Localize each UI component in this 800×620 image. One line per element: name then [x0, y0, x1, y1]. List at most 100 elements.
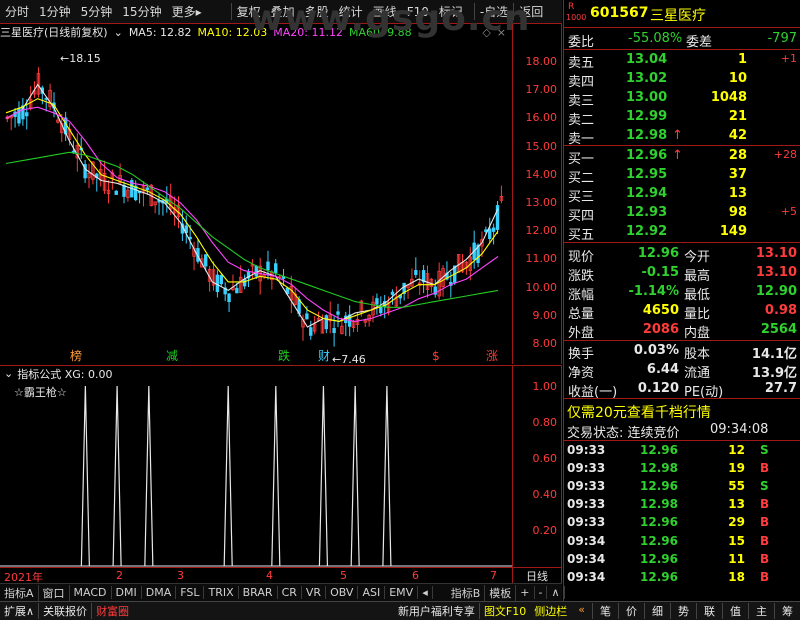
asks-row[interactable]: 卖三 13.00 1048	[564, 89, 800, 109]
chevron-down-icon[interactable]: ⌄	[4, 367, 13, 380]
trade-status: 交易状态: 连续竞价	[567, 426, 680, 441]
bids-row[interactable]: 买二 12.95 37	[564, 166, 800, 186]
side-tab[interactable]: 主	[748, 603, 774, 619]
ma-line-ma60	[5, 151, 499, 308]
event-marker[interactable]: 财	[318, 349, 330, 363]
bids-price: 12.92	[626, 224, 668, 239]
indicator-chart[interactable]	[0, 381, 512, 567]
price-axis: 18.00 17.00 16.00 15.00 14.00 13.00 12.00 11.00…	[512, 24, 562, 364]
indicator-tab[interactable]: 窗口	[39, 584, 70, 601]
indicator-tab[interactable]: FSL	[176, 586, 205, 599]
price-chart[interactable]: ←18.15 ←7.46 榜 减 跌 财 $ 涨	[0, 40, 512, 364]
side-tab[interactable]: 联	[696, 603, 722, 619]
expand-button[interactable]: 扩展∧	[0, 603, 38, 619]
tick-side: S	[760, 479, 769, 494]
event-marker[interactable]: 减	[166, 349, 178, 363]
price-tick: 10.00	[525, 280, 558, 294]
bids-volume: 13	[728, 186, 747, 201]
indicator-tab[interactable]: TRIX	[204, 586, 239, 599]
candle-body	[254, 265, 258, 277]
indicator-title[interactable]: 指标公式 XG: 0.00	[17, 366, 112, 382]
indicator-tab[interactable]: -	[535, 586, 548, 599]
period-label[interactable]: 日线	[512, 567, 562, 583]
asks-row[interactable]: 卖二 12.99 21	[564, 108, 800, 128]
chevron-down-icon[interactable]: ⌄	[114, 26, 123, 39]
side-tab[interactable]: 势	[670, 603, 696, 619]
candle-body	[219, 275, 223, 285]
ticker-text[interactable]: 新用户福利专享	[394, 603, 479, 619]
badge-r: R	[568, 2, 575, 12]
event-marker[interactable]: $	[432, 349, 440, 363]
asks-row[interactable]: 卖一 12.98 ↑ 42	[564, 127, 800, 147]
toolbar-item[interactable]: 分时	[0, 3, 34, 20]
promo-link[interactable]: 仅需20元查看千档行情	[567, 402, 711, 422]
signal-spike	[350, 385, 360, 567]
indicator-tab[interactable]: OBV	[326, 586, 359, 599]
indicator-tab[interactable]: +	[516, 586, 535, 599]
stats-row: 涨幅 -1.14% 最低 12.90	[564, 283, 800, 303]
indicator-tab[interactable]: CR	[278, 586, 302, 599]
side-tab[interactable]: 细	[644, 603, 670, 619]
tick-price: 12.96	[640, 569, 678, 584]
indicator-tab[interactable]: 指标A	[0, 584, 39, 601]
toolbar-item[interactable]: 1分钟	[34, 3, 76, 20]
trade-tick-row: 09:34 12.96 15 B	[564, 533, 800, 551]
sidebar-button[interactable]: 侧边栏	[530, 603, 571, 619]
tick-time: 09:33	[567, 461, 606, 476]
indicator-tab[interactable]: ∧	[547, 586, 565, 599]
toolbar-item[interactable]: 更多▸	[167, 3, 207, 20]
badge-1000: 1000	[566, 13, 587, 22]
toolbar-item[interactable]: 15分钟	[117, 3, 166, 20]
side-tab[interactable]: 价	[618, 603, 644, 619]
candle-body	[305, 313, 309, 320]
candle-body	[390, 291, 395, 295]
event-marker[interactable]: 榜	[70, 348, 82, 363]
indicator-tab[interactable]: MACD	[70, 586, 112, 599]
side-tab[interactable]: 值	[722, 603, 748, 619]
tick-price: 12.98	[640, 461, 678, 476]
stats-value2: 13.10	[755, 265, 797, 280]
indicator-tab[interactable]: ◂	[418, 586, 433, 599]
indicator-tab[interactable]: ASI	[358, 586, 386, 599]
fin-value2: 27.7	[764, 381, 797, 396]
asks-row[interactable]: 卖四 13.02 10	[564, 70, 800, 90]
fin-value: 0.03%	[633, 343, 679, 358]
asks-row[interactable]: 卖五 13.04 1 +1	[564, 51, 800, 71]
tick-volume: 12	[728, 443, 745, 457]
indicator-tab[interactable]: EMV	[385, 586, 419, 599]
bids-row[interactable]: 买五 12.92 149	[564, 223, 800, 243]
f10-button[interactable]: 图文F10	[478, 603, 530, 619]
ma-line-ma10	[5, 98, 499, 322]
stock-chart-title[interactable]: 三星医疗(日线前复权)	[0, 24, 108, 40]
toolbar-item[interactable]: 5分钟	[76, 3, 118, 20]
indicator-tab[interactable]: DMI	[112, 586, 142, 599]
indicator-tab[interactable]: VR	[302, 586, 327, 599]
tick-time: 09:33	[567, 479, 606, 494]
event-marker[interactable]: 跌	[278, 348, 290, 363]
side-tab[interactable]: 筹	[774, 603, 800, 619]
bids-row[interactable]: 买四 12.93 98 +5	[564, 204, 800, 224]
indicator-tab[interactable]: 模板	[485, 584, 517, 601]
indicator-tab[interactable]: 指标B	[447, 584, 486, 601]
event-marker[interactable]: 涨	[486, 348, 498, 363]
bids-volume: 28	[728, 148, 747, 163]
date-tick: 2	[116, 569, 123, 582]
bids-row[interactable]: 买一 12.96 ↑ 28 +28	[564, 147, 800, 167]
indicator-tab[interactable]: BRAR	[239, 586, 278, 599]
side-tab[interactable]: 笔	[592, 603, 618, 619]
candle-body	[133, 185, 138, 201]
weicha-label: 委差	[686, 35, 713, 50]
candle-body	[488, 228, 492, 239]
trade-tick-row: 09:33 12.96 55 S	[564, 478, 800, 496]
trade-time: 09:34:08	[710, 422, 769, 437]
side-tab[interactable]: «	[571, 603, 592, 619]
candle-body	[309, 327, 313, 336]
tick-volume: 55	[728, 479, 745, 494]
indicator-tab[interactable]: DMA	[142, 586, 177, 599]
related-quote-button[interactable]: 关联报价	[38, 603, 91, 619]
bids-change: +5	[780, 205, 797, 218]
fin-label2: 股本	[684, 347, 711, 362]
bids-row[interactable]: 买三 12.94 13	[564, 185, 800, 205]
wealth-circle-button[interactable]: 财富圈	[91, 603, 133, 619]
bids-volume: 37	[728, 167, 747, 182]
